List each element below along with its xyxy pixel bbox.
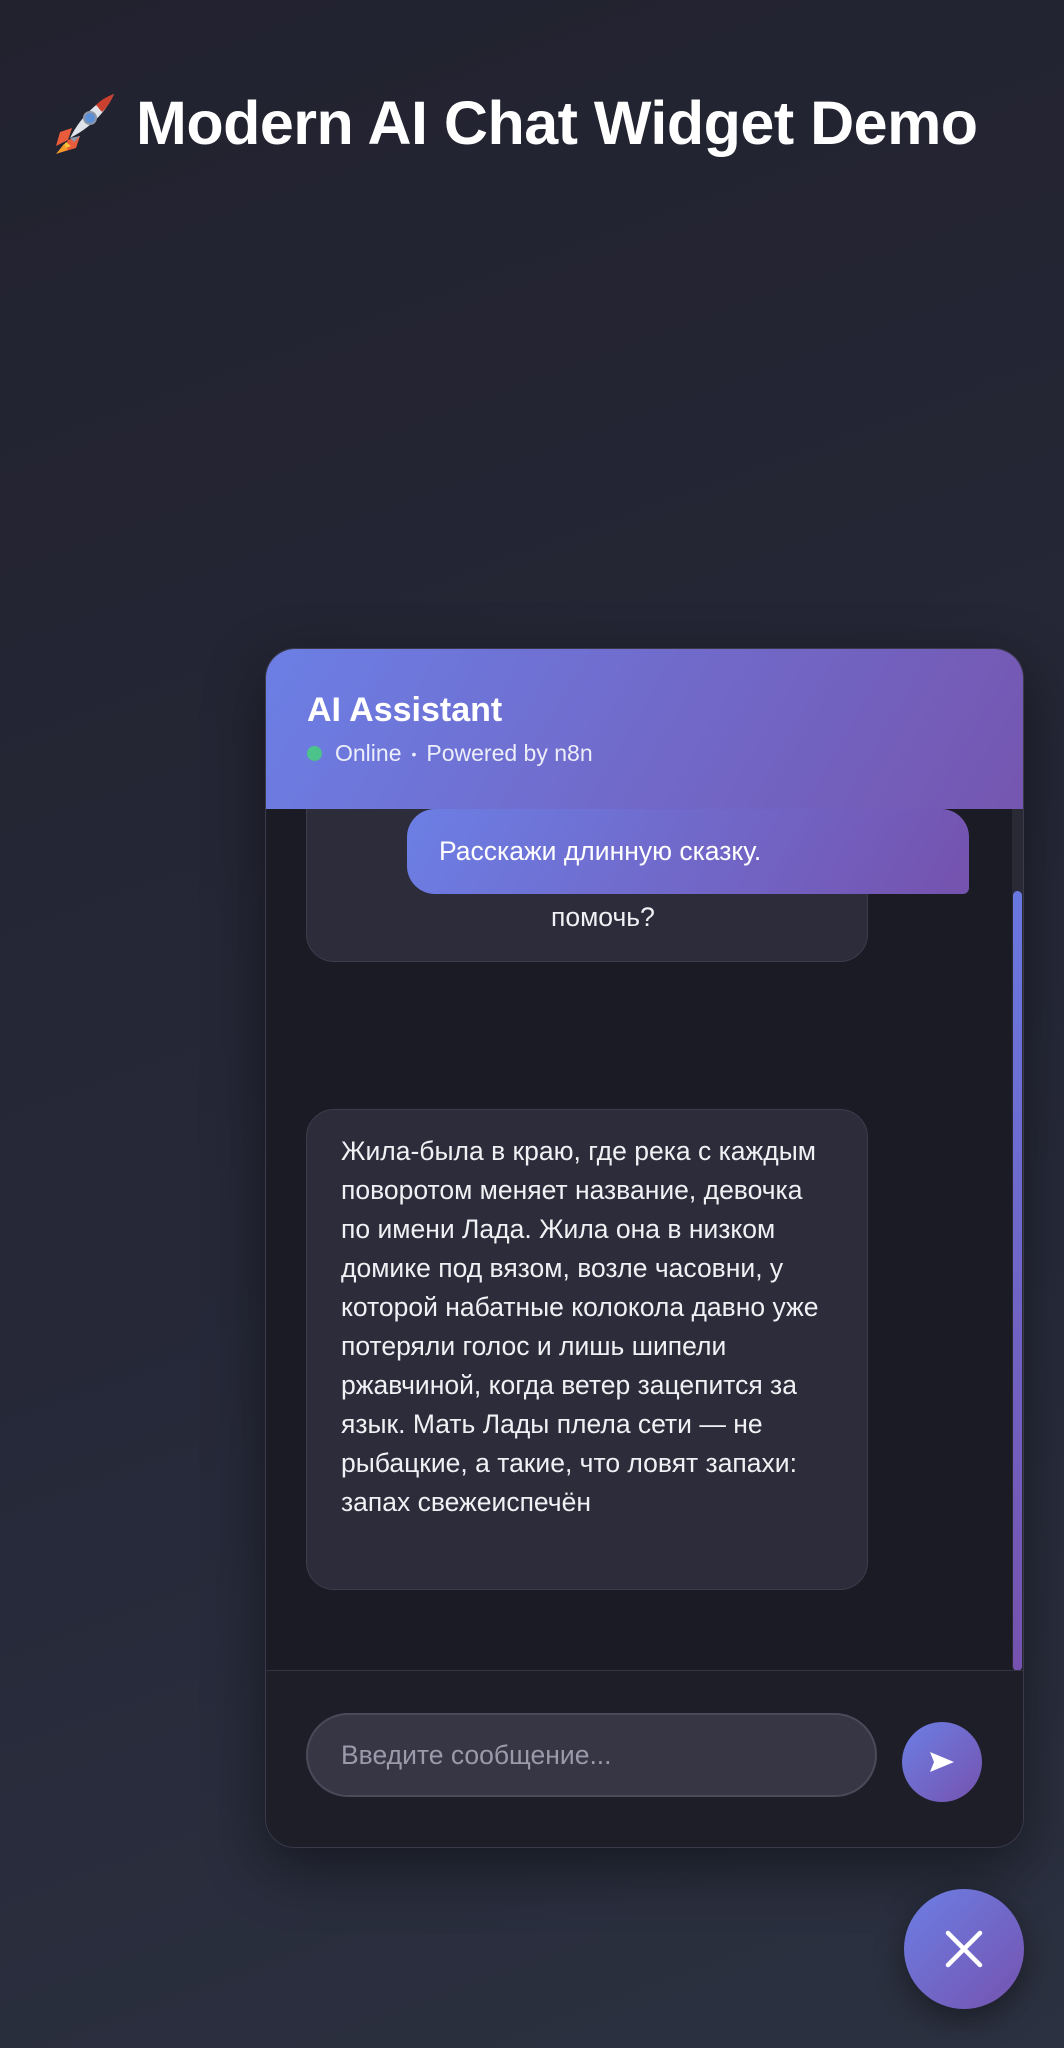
online-status-dot [307,746,322,761]
rocket-icon [50,88,120,158]
user-message-text: Расскажи длинную сказку. [439,836,762,866]
close-chat-button[interactable] [904,1889,1024,2009]
close-icon [944,1929,984,1969]
assistant-name: AI Assistant [307,691,503,729]
page-title-text: Modern AI Chat Widget Demo [136,89,978,157]
status-separator: • [411,745,417,762]
powered-by-text: Powered by n8n [426,740,593,766]
composer [266,1670,1023,1847]
page-title: Modern AI Chat Widget Demo [50,88,978,158]
bot-message-text: Жила-была в краю, где река с каждым пово… [341,1136,819,1517]
status-text: Online [335,740,402,766]
chat-widget: AI Assistant Online • Powered by n8n 👋 П… [265,648,1024,1848]
message-input[interactable] [306,1713,877,1797]
send-arrow-icon [929,1751,955,1773]
send-button[interactable] [902,1722,982,1802]
user-message-shown: Расскажи длинную сказку. [407,809,969,894]
chat-header: AI Assistant Online • Powered by n8n [266,649,1023,809]
scrollbar-thumb[interactable] [1013,891,1022,1671]
status-line: Online • Powered by n8n [307,740,593,767]
bot-message: Жила-была в краю, где река с каждым пово… [306,1109,868,1590]
